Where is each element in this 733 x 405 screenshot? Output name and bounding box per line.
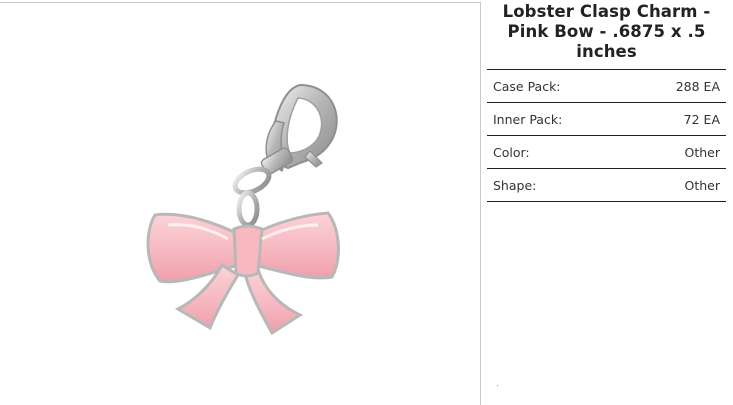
spec-label: Case Pack: xyxy=(493,78,561,94)
spec-label: Color: xyxy=(493,144,530,160)
product-title-line: Pink Bow - .6875 x .5 xyxy=(507,22,706,41)
product-detail-page: Lobster Clasp Charm - Pink Bow - .6875 x… xyxy=(0,0,733,405)
product-title-line: inches xyxy=(576,42,637,61)
stray-dot xyxy=(497,385,498,386)
product-image[interactable] xyxy=(0,3,481,405)
spec-row-color: Color: Other xyxy=(487,136,726,169)
spec-row-inner-pack: Inner Pack: 72 EA xyxy=(487,103,726,136)
product-title-line: Lobster Clasp Charm - xyxy=(502,2,711,21)
spec-row-case-pack: Case Pack: 288 EA xyxy=(487,70,726,103)
jump-ring-icon xyxy=(232,166,272,228)
product-info-panel: Lobster Clasp Charm - Pink Bow - .6875 x… xyxy=(487,0,726,202)
product-specs-table: Case Pack: 288 EA Inner Pack: 72 EA Colo… xyxy=(487,69,726,202)
spec-row-shape: Shape: Other xyxy=(487,169,726,202)
pink-bow-icon xyxy=(146,211,340,336)
spec-value: 72 EA xyxy=(683,111,720,127)
spec-value: 288 EA xyxy=(675,78,720,94)
spec-label: Inner Pack: xyxy=(493,111,563,127)
product-title: Lobster Clasp Charm - Pink Bow - .6875 x… xyxy=(487,2,726,62)
spec-value: Other xyxy=(684,144,721,160)
lobster-clasp-icon xyxy=(260,83,338,175)
spec-label: Shape: xyxy=(493,177,537,193)
product-image-panel[interactable] xyxy=(0,2,481,405)
spec-value: Other xyxy=(684,177,721,193)
